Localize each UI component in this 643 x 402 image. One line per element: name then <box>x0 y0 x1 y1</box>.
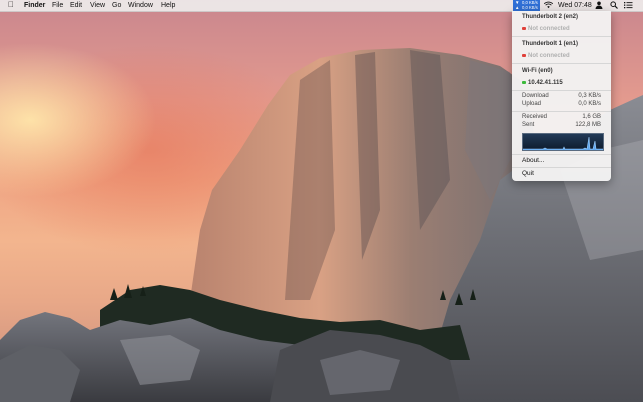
menu-edit[interactable]: Edit <box>70 1 82 11</box>
received-value: 1,6 GB <box>582 114 601 120</box>
menu-window[interactable]: Window <box>128 1 153 11</box>
interface-status-thunderbolt-1: Not connected <box>522 53 570 59</box>
connected-indicator-icon <box>522 80 526 84</box>
menu-separator <box>512 63 611 64</box>
disconnected-indicator-icon <box>522 26 526 30</box>
disconnected-indicator-icon <box>522 53 526 57</box>
menu-separator <box>512 111 611 112</box>
interface-ip-wifi: 10.42.41.115 <box>522 80 563 86</box>
quit-menu-item[interactable]: Quit <box>522 170 534 177</box>
download-label: Download <box>522 93 549 99</box>
upload-label: Upload <box>522 101 542 107</box>
app-name-finder[interactable]: Finder <box>24 1 45 11</box>
interface-name-thunderbolt-2: Thunderbolt 2 (en2) <box>522 14 578 20</box>
menu-separator <box>512 36 611 37</box>
clock[interactable]: Wed 07:48 <box>558 1 592 11</box>
interface-name-wifi: Wi-Fi (en0) <box>522 68 553 74</box>
traffic-graph <box>522 133 604 151</box>
menu-separator <box>512 167 611 168</box>
about-menu-item[interactable]: About... <box>522 157 544 164</box>
menu-help[interactable]: Help <box>161 1 175 11</box>
search-icon[interactable] <box>610 1 618 13</box>
interface-status-thunderbolt-2: Not connected <box>522 26 570 32</box>
interface-name-thunderbolt-1: Thunderbolt 1 (en1) <box>522 41 578 47</box>
received-label: Received <box>522 114 548 120</box>
sent-label: Sent <box>522 122 535 128</box>
upload-value: 0,0 KB/s <box>578 101 601 107</box>
menu-go[interactable]: Go <box>112 1 121 11</box>
menu-view[interactable]: View <box>90 1 105 11</box>
menu-separator <box>512 154 611 155</box>
status-upload-rate: 0,0 KB/s <box>522 5 538 10</box>
list-icon[interactable] <box>624 1 633 13</box>
download-value: 0,3 KB/s <box>578 93 601 99</box>
network-monitor-menu: Thunderbolt 2 (en2) Not connected Thunde… <box>512 11 611 181</box>
menu-separator <box>512 90 611 91</box>
sent-value: 122,8 MB <box>575 122 601 128</box>
upload-arrow-icon: ▲ <box>515 5 520 10</box>
menu-file[interactable]: File <box>52 1 63 11</box>
network-monitor-status-item[interactable]: ▼ ▲ 0,0 KB/s 0,0 KB/s <box>513 0 540 11</box>
apple-icon[interactable]:  <box>8 0 14 10</box>
